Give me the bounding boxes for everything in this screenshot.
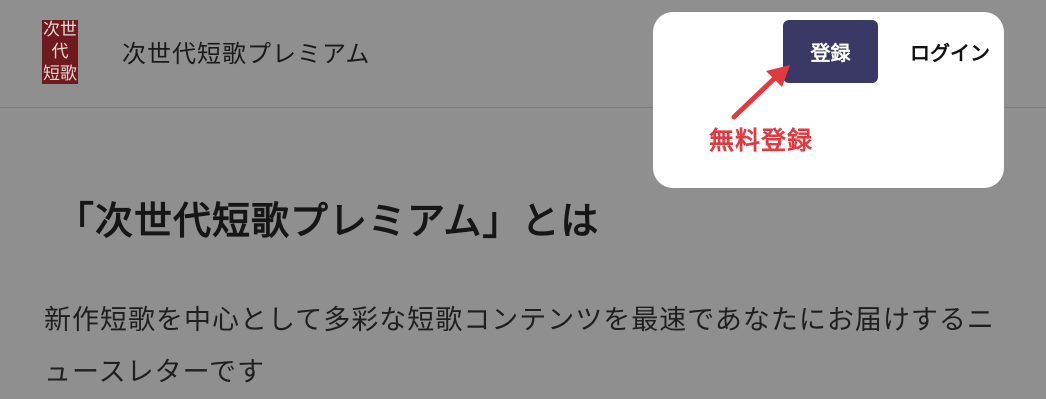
- page-title: 「次世代短歌プレミアム」とは: [56, 199, 600, 243]
- site-logo[interactable]: 次世代 短歌: [42, 20, 78, 84]
- arrow-icon: [731, 65, 790, 120]
- page-description: 新作短歌を中心として多彩な短歌コンテンツを最速であなたにお届けするニュースレター…: [44, 305, 995, 388]
- logo-text-line-2: 短歌: [43, 64, 77, 84]
- logo-text-line-1: 次世代: [43, 20, 77, 62]
- free-registration-annotation: 無料登録: [709, 126, 814, 155]
- login-link[interactable]: ログイン: [910, 37, 990, 66]
- site-title[interactable]: 次世代短歌プレミアム: [122, 34, 370, 69]
